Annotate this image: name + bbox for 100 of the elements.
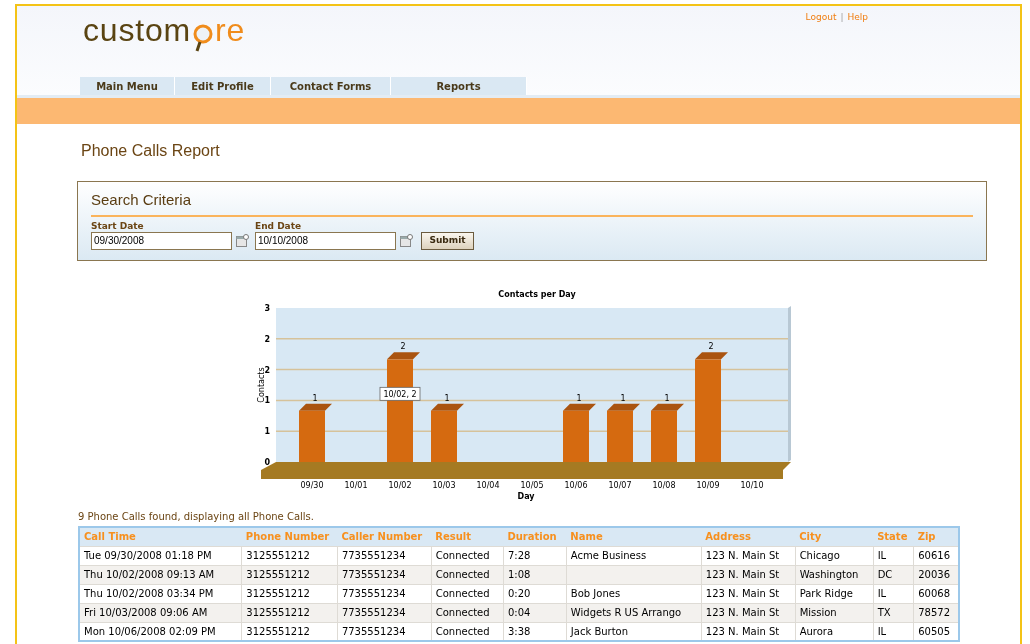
bar-value-label: 1 — [576, 393, 582, 403]
nav-tab[interactable]: Contact Forms — [271, 77, 391, 95]
table-cell: IL — [877, 625, 887, 637]
table-cell: Widgets R US Arrango — [570, 607, 682, 618]
table-cell: 3125551212 — [246, 569, 310, 580]
bar — [563, 410, 589, 462]
chart-title: Contacts per Day — [498, 290, 576, 299]
submit-button[interactable]: Submit — [421, 231, 474, 250]
table-cell: DC — [877, 569, 893, 580]
page-title: Phone Calls Report — [81, 141, 221, 161]
table-cell: 7735551234 — [341, 569, 406, 580]
date-field[interactable]: 09/30/2008 — [91, 231, 232, 250]
table-cell: Fri 10/03/2008 09:06 AM — [84, 607, 208, 618]
x-tick-label: 10/06 — [564, 481, 588, 490]
table-cell: 60616 — [918, 550, 950, 561]
table-cell: Park Ridge — [799, 588, 853, 599]
column-header: Duration — [503, 527, 567, 546]
table-cell: 3125551212 — [246, 607, 310, 618]
x-tick-label: 10/09 — [696, 481, 720, 490]
bar — [651, 410, 677, 462]
panel-title: Search Criteria — [91, 189, 973, 217]
nav-tab[interactable]: Edit Profile — [175, 77, 271, 95]
field-label: End Date — [255, 220, 303, 232]
x-tick-label: 10/08 — [652, 481, 676, 490]
bar-value-label: 1 — [620, 393, 626, 403]
table-cell: TX — [877, 607, 891, 618]
annotation: 10/02, 2 — [383, 389, 417, 399]
x-tick-label: 10/03 — [432, 481, 456, 490]
y-tick-label: 0 — [264, 458, 270, 467]
table-cell: Aurora — [799, 625, 834, 637]
calendar-icon[interactable] — [400, 233, 413, 247]
table-cell: Thu 10/02/2008 09:13 AM — [84, 569, 215, 580]
table-cell: Chicago — [799, 550, 840, 561]
table-cell: 60505 — [918, 625, 950, 637]
x-tick-label: 09/30 — [300, 481, 324, 490]
calendar-icon[interactable] — [236, 233, 249, 247]
logo: custom re — [83, 10, 245, 46]
table-cell: 7:28 — [507, 550, 531, 561]
date-field[interactable]: 10/10/2008 — [255, 231, 396, 250]
column-header: Result — [431, 527, 504, 546]
bar-value-label: 2 — [708, 342, 714, 352]
y-tick-label: 2 — [264, 365, 270, 375]
table-cell: 1:08 — [507, 569, 531, 580]
table-cell: Connected — [435, 607, 490, 618]
table-cell: 3125551212 — [246, 625, 310, 637]
x-tick-label: 10/01 — [344, 481, 368, 490]
bar — [299, 410, 325, 462]
table-cell: Jack Burton — [570, 625, 629, 637]
column-header: Address — [701, 527, 796, 546]
nav-tab[interactable]: Reports — [391, 77, 527, 95]
table-cell: Connected — [435, 550, 490, 561]
bar-value-label: 1 — [312, 393, 318, 403]
y-tick-label: 2 — [264, 334, 270, 344]
y-tick-label: 1 — [264, 396, 270, 406]
table-cell: 0:04 — [507, 607, 531, 618]
x-tick-label: 10/07 — [608, 481, 632, 490]
table-cell: IL — [877, 550, 887, 561]
column-header: Name — [566, 527, 702, 546]
table-cell: 7735551234 — [341, 625, 406, 637]
table-cell: Connected — [435, 588, 490, 599]
table-cell: 78572 — [918, 607, 950, 618]
results-summary: 9 Phone Calls found, displaying all Phone Calls. — [78, 510, 315, 524]
table-cell: 3:38 — [507, 625, 531, 637]
table-cell: Mission — [799, 607, 837, 618]
table-cell: 123 N. Main St — [705, 607, 780, 618]
bar — [431, 410, 457, 462]
table-cell: 123 N. Main St — [705, 625, 780, 637]
table-cell: Bob Jones — [570, 588, 621, 599]
x-axis-label: Day — [517, 492, 535, 501]
nav-tab[interactable]: Main Menu — [80, 77, 175, 95]
table-cell: Connected — [435, 569, 490, 580]
table-cell: Tue 09/30/2008 01:18 PM — [84, 550, 212, 561]
magnifier-icon — [191, 24, 214, 52]
table-cell: 7735551234 — [341, 607, 406, 618]
x-tick-label: 10/05 — [520, 481, 544, 490]
table-cell: Thu 10/02/2008 03:34 PM — [84, 588, 214, 599]
table-cell: Mon 10/06/2008 02:09 PM — [84, 625, 216, 637]
table-cell: Connected — [435, 625, 490, 637]
column-header: Call Time — [79, 527, 242, 546]
bar-value-label: 2 — [400, 342, 406, 352]
table-cell: IL — [877, 588, 887, 599]
y-tick-label: 3 — [264, 304, 270, 313]
table-cell: Washington — [799, 569, 859, 580]
y-tick-label: 1 — [264, 427, 270, 437]
table-cell: 123 N. Main St — [705, 588, 780, 599]
column-header: City — [795, 527, 874, 546]
table-cell: 0:20 — [507, 588, 531, 599]
table-cell: 7735551234 — [341, 588, 406, 599]
table-cell: Acme Business — [570, 550, 647, 561]
column-header: Caller Number — [337, 527, 432, 546]
table-cell: 3125551212 — [246, 550, 310, 561]
bar-value-label: 1 — [444, 393, 450, 403]
chart-tooltip: 10/02, 2 — [379, 386, 421, 401]
column-header: State — [873, 527, 914, 546]
column-header: Phone Number — [241, 527, 338, 546]
table-cell: 20036 — [918, 569, 950, 580]
table-cell: 123 N. Main St — [705, 569, 780, 580]
table-cell: 60068 — [918, 588, 950, 599]
x-tick-label: 10/02 — [388, 481, 412, 490]
bar-value-label: 1 — [664, 393, 670, 403]
